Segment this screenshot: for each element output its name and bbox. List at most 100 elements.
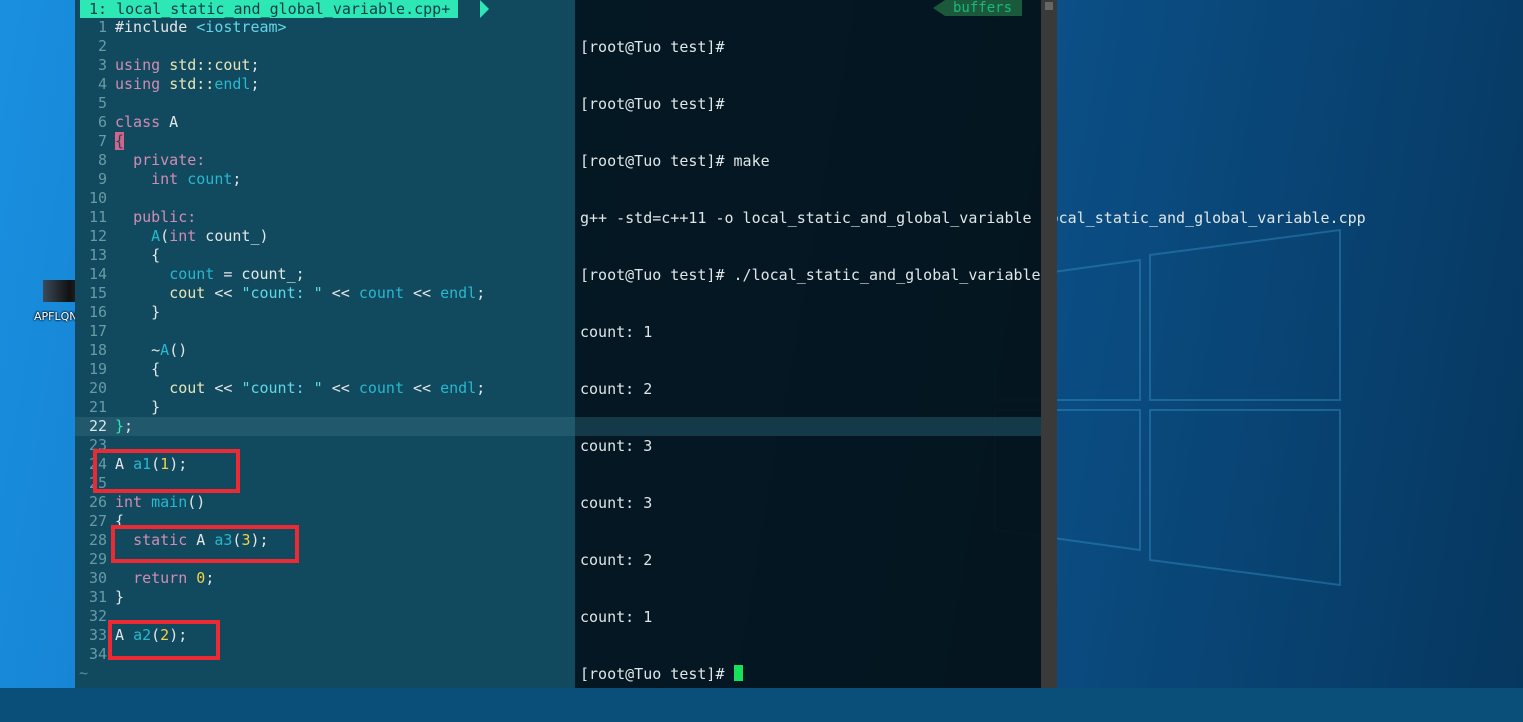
code-line: 20 cout << "count: " << count << endl;	[75, 379, 575, 398]
code-line: 6 class A	[75, 113, 575, 132]
code-token: A	[160, 341, 170, 359]
code-token: #include	[115, 18, 188, 36]
code-token: ;	[476, 379, 486, 397]
vim-tabline: 1: local_static_and_global_variable.cpp+	[80, 0, 560, 18]
code-token: ;	[476, 284, 486, 302]
code-line: 7{	[75, 132, 575, 151]
line-number: 30	[88, 569, 107, 587]
annotation-box-a2	[108, 620, 220, 660]
code-token: ;	[205, 569, 215, 587]
terminal-output: [root@Tuo test]# [root@Tuo test]# [root@…	[580, 0, 1366, 722]
code-token: 0	[196, 569, 206, 587]
code-token: <<	[205, 284, 242, 302]
code-token: }	[151, 303, 161, 321]
code-line: 26 int main()	[75, 493, 575, 512]
annotation-box-a1	[93, 449, 240, 493]
line-number: 10	[88, 189, 107, 207]
terminal-prompt-line[interactable]: [root@Tuo test]#	[580, 665, 1366, 684]
code-line: 13 {	[75, 246, 575, 265]
line-number: 8	[97, 151, 107, 169]
code-token: count	[187, 170, 233, 188]
tab-arrow-icon	[480, 0, 489, 18]
annotation-box-a3	[111, 525, 299, 563]
code-token: endl	[440, 284, 477, 302]
code-line: 5	[75, 94, 575, 113]
buffers-indicator[interactable]: buffers	[945, 0, 1023, 16]
code-token: <iostream>	[187, 18, 287, 36]
line-number: 4	[97, 75, 107, 93]
code-line: 8 private:	[75, 151, 575, 170]
code-token: public:	[133, 208, 197, 226]
end-of-buffer-line: ~	[75, 664, 575, 683]
code-token: {	[151, 360, 161, 378]
line-number: 12	[88, 227, 107, 245]
line-number: 19	[88, 360, 107, 378]
terminal-line: count: 2	[580, 551, 653, 569]
line-number: 22	[88, 417, 107, 435]
code-line: 10	[75, 189, 575, 208]
code-token: endl	[440, 379, 477, 397]
code-line: 14 count = count_;	[75, 265, 575, 284]
matching-brace: {	[115, 132, 125, 150]
code-line: 12 A(int count_)	[75, 227, 575, 246]
line-number: 3	[97, 56, 107, 74]
code-token: int	[169, 227, 197, 245]
code-token: cout	[214, 56, 251, 74]
terminal-line: count: 3	[580, 437, 653, 455]
line-number: 9	[97, 170, 107, 188]
code-line: 4 using std::endl;	[75, 75, 575, 94]
code-token: "count: "	[241, 379, 323, 397]
code-line-current: 22};	[75, 417, 575, 436]
code-token: cout	[169, 284, 206, 302]
line-number: 27	[88, 512, 107, 530]
code-token: endl	[214, 75, 251, 93]
vim-editor-pane[interactable]: 1: local_static_and_global_variable.cpp+…	[75, 0, 575, 688]
code-token: using	[115, 56, 161, 74]
terminal-line: [root@Tuo test]#	[580, 38, 725, 56]
code-token: ()	[187, 493, 206, 511]
code-token: using	[115, 75, 161, 93]
line-number: 16	[88, 303, 107, 321]
code-line: 2	[75, 37, 575, 56]
code-token: ;	[232, 170, 242, 188]
line-number: 31	[88, 588, 107, 606]
line-number: 33	[88, 626, 107, 644]
line-number: 1	[97, 18, 107, 36]
line-number: 13	[88, 246, 107, 264]
code-token: ;	[124, 417, 134, 435]
line-number: 2	[97, 37, 107, 55]
line-number: 29	[88, 550, 107, 568]
buffers-arrow-icon	[933, 0, 945, 16]
code-token: A	[151, 227, 161, 245]
code-token: ()	[169, 341, 188, 359]
vim-code-area[interactable]: 1 #include <iostream> 2 3 using std::cout;…	[75, 18, 575, 683]
code-token: <<	[404, 284, 441, 302]
vim-buffer-tab[interactable]: 1: local_static_and_global_variable.cpp+	[80, 0, 459, 18]
terminal-line: count: 1	[580, 608, 653, 626]
code-token: <<	[322, 284, 359, 302]
line-number: 34	[88, 645, 107, 663]
code-token: cout	[169, 379, 206, 397]
code-token: <<	[322, 379, 359, 397]
code-line: 31}	[75, 588, 575, 607]
scrollbar-thumb[interactable]	[1045, 2, 1053, 10]
code-token: <<	[404, 379, 441, 397]
terminal-line: count: 1	[580, 323, 653, 341]
line-number: 14	[88, 265, 107, 283]
code-token: }	[151, 398, 161, 416]
matching-brace: }	[115, 417, 125, 435]
code-line: 17	[75, 322, 575, 341]
line-number: 6	[97, 113, 107, 131]
code-token: ~	[151, 341, 161, 359]
line-number: 17	[88, 322, 107, 340]
window-scrollbar[interactable]	[1041, 0, 1057, 688]
code-token: = count_;	[214, 265, 305, 283]
terminal-line: [root@Tuo test]# make	[580, 152, 770, 170]
terminal-pane[interactable]: [root@Tuo test]# [root@Tuo test]# [root@…	[575, 0, 1366, 688]
code-token: private:	[133, 151, 206, 169]
code-line: 15 cout << "count: " << count << endl;	[75, 284, 575, 303]
code-line: 18 ~A()	[75, 341, 575, 360]
code-line: 16 }	[75, 303, 575, 322]
code-token: count	[358, 284, 404, 302]
code-token: "count: "	[241, 284, 323, 302]
